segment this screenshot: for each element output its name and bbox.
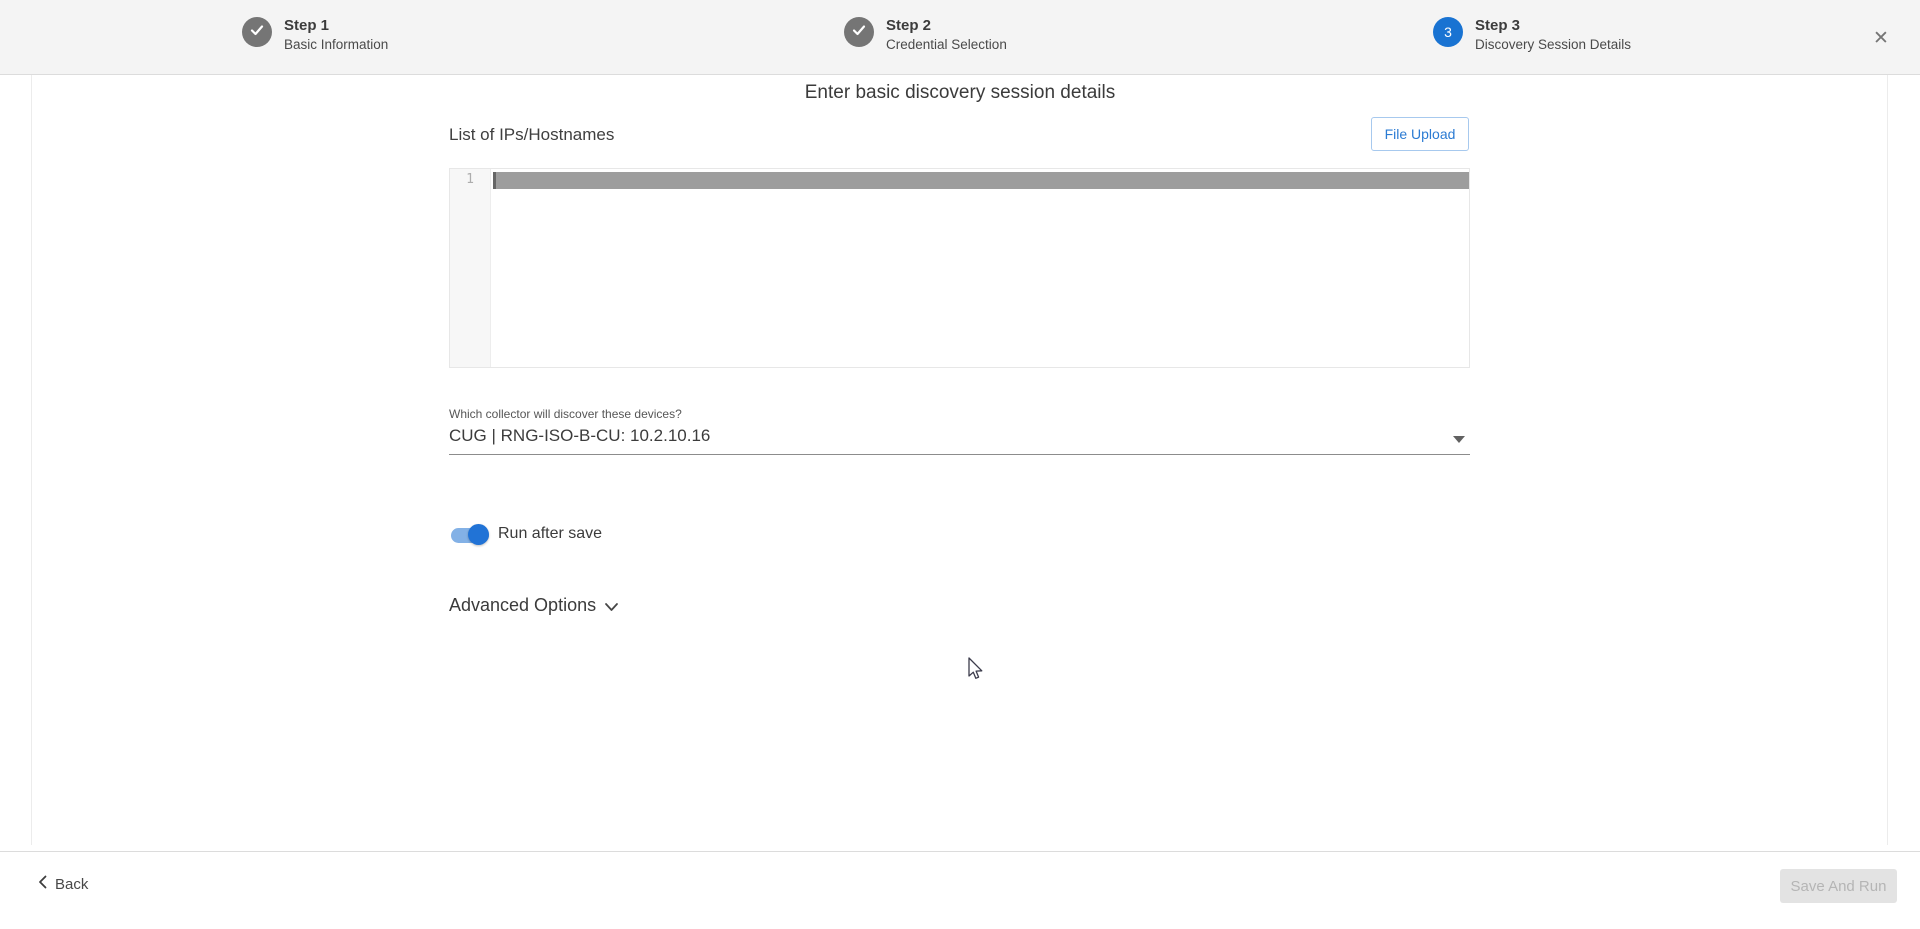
step3-title: Step 3 xyxy=(1475,16,1631,35)
step3-active-circle: 3 xyxy=(1433,17,1463,47)
ip-list-label: List of IPs/Hostnames xyxy=(449,125,614,145)
page-title: Enter basic discovery session details xyxy=(0,82,1920,104)
toggle-knob xyxy=(468,524,489,545)
footer-divider xyxy=(0,851,1920,852)
step1-title: Step 1 xyxy=(284,16,388,35)
step2-title: Step 2 xyxy=(886,16,1007,35)
stepper-step-discovery-session-details[interactable]: 3 Step 3 Discovery Session Details xyxy=(1433,16,1631,54)
collector-question-label: Which collector will discover these devi… xyxy=(449,407,682,421)
collector-selected-value: CUG | RNG-ISO-B-CU: 10.2.10.16 xyxy=(449,426,710,446)
ip-list-editor[interactable]: 1 xyxy=(449,168,1470,368)
advanced-options-label: Advanced Options xyxy=(449,595,596,616)
stepper-step-basic-information[interactable]: Step 1 Basic Information xyxy=(242,16,388,54)
step2-subtitle: Credential Selection xyxy=(886,36,1007,54)
chevron-down-icon xyxy=(604,599,619,617)
editor-line-number: 1 xyxy=(450,169,490,187)
file-upload-button[interactable]: File Upload xyxy=(1371,117,1469,151)
editor-caret xyxy=(493,172,496,189)
back-button[interactable]: Back xyxy=(38,875,88,894)
step1-subtitle: Basic Information xyxy=(284,36,388,54)
check-icon xyxy=(249,22,265,43)
collector-select-dropdown[interactable]: CUG | RNG-ISO-B-CU: 10.2.10.16 xyxy=(449,424,1470,455)
dropdown-caret-icon xyxy=(1453,436,1465,443)
chevron-left-icon xyxy=(38,875,47,894)
editor-line-gutter: 1 xyxy=(450,169,491,367)
run-after-save-label: Run after save xyxy=(498,525,602,543)
discovery-wizard-window: Step 1 Basic Information Step 2 Credenti… xyxy=(0,0,1920,929)
step2-complete-circle xyxy=(844,17,874,47)
back-label: Back xyxy=(55,876,88,893)
save-and-run-button[interactable]: Save And Run xyxy=(1780,869,1897,903)
step3-number: 3 xyxy=(1444,24,1452,40)
step3-subtitle: Discovery Session Details xyxy=(1475,36,1631,54)
stepper-step-credential-selection[interactable]: Step 2 Credential Selection xyxy=(844,16,1007,54)
run-after-save-toggle[interactable] xyxy=(450,524,490,546)
editor-selected-line xyxy=(493,172,1469,189)
advanced-options-expander[interactable]: Advanced Options xyxy=(449,593,619,617)
step1-complete-circle xyxy=(242,17,272,47)
close-icon[interactable]: ✕ xyxy=(1868,25,1894,51)
wizard-stepper-header: Step 1 Basic Information Step 2 Credenti… xyxy=(0,0,1920,75)
check-icon xyxy=(851,22,867,43)
